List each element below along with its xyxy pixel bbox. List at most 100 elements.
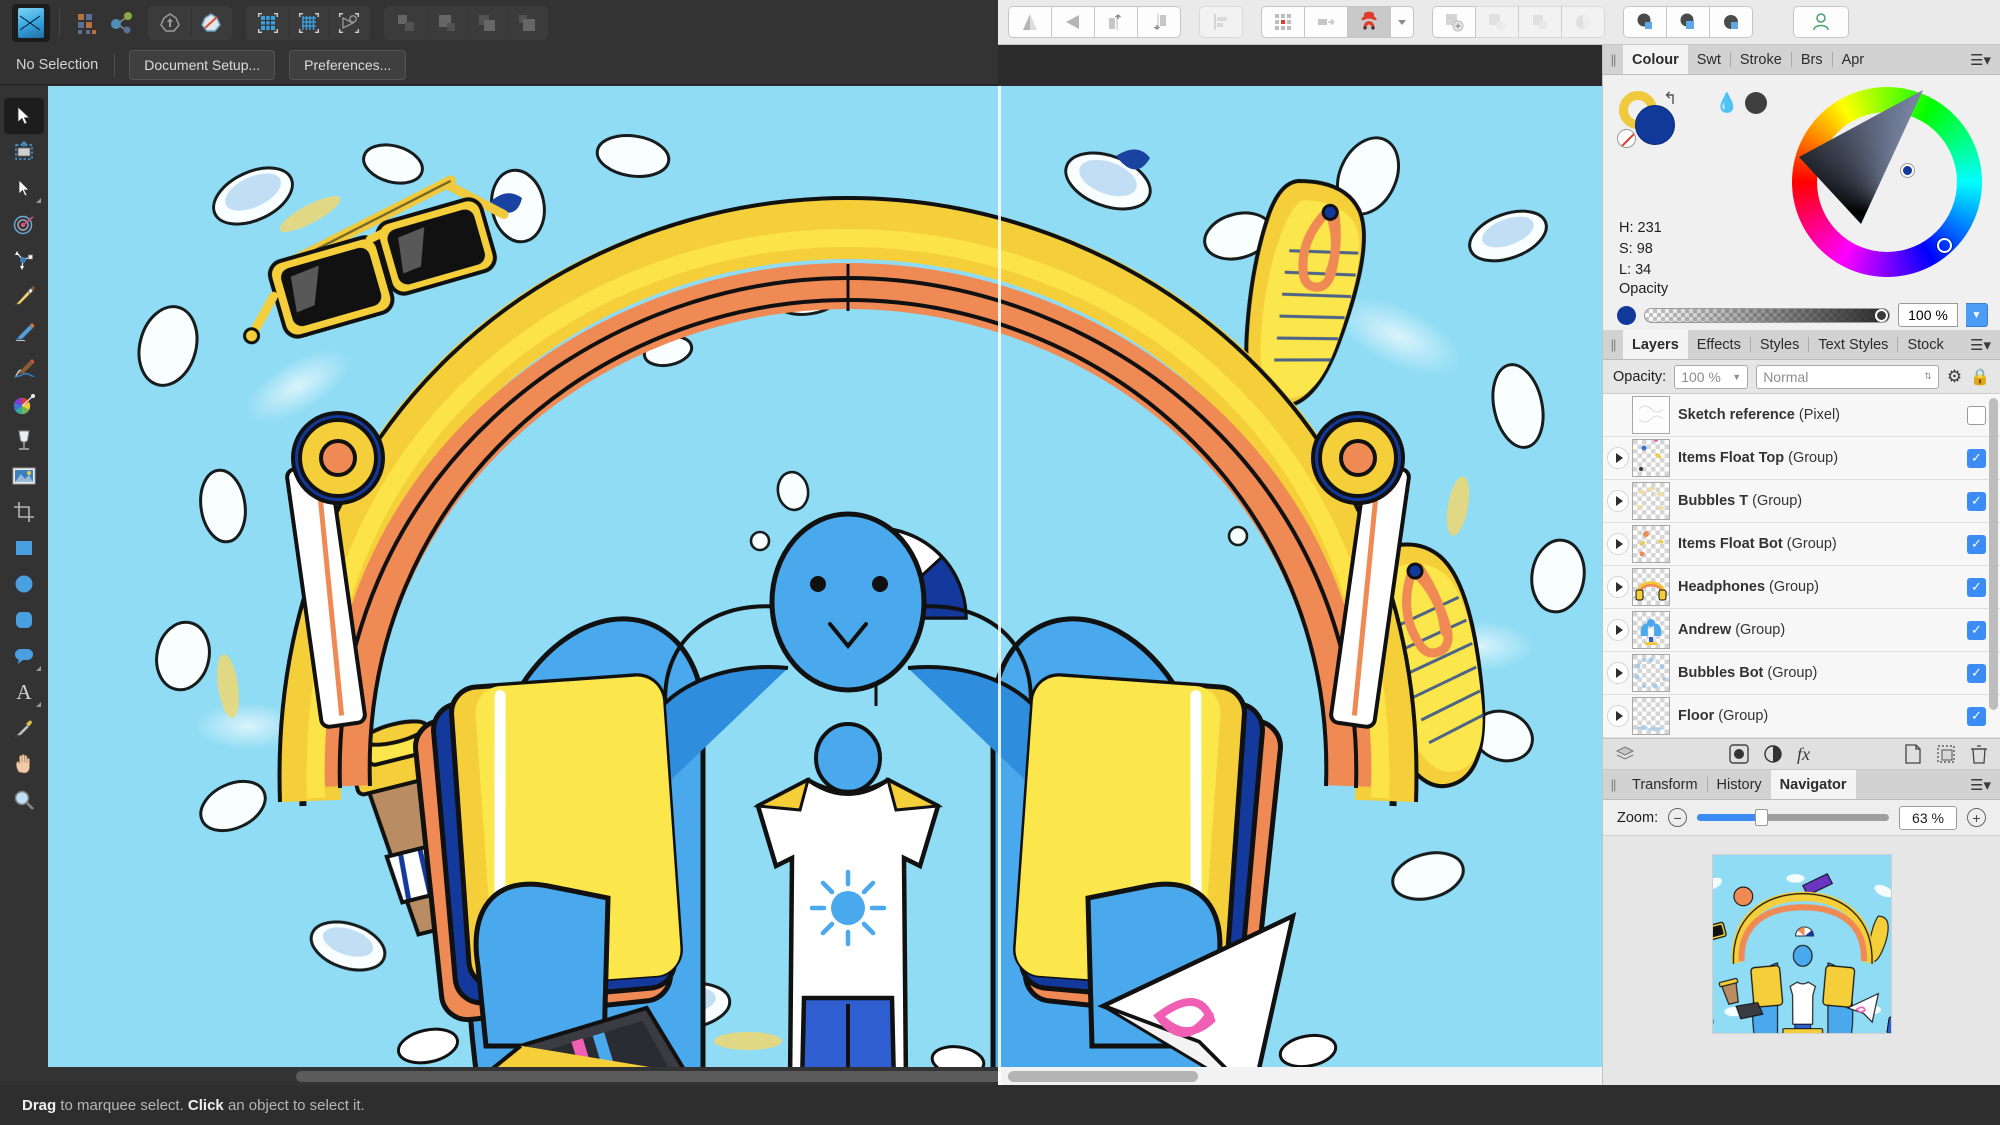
expand-chevron-right-icon[interactable] (1607, 576, 1629, 598)
panel-menu-icon[interactable]: ☰▾ (1961, 45, 2000, 74)
view-tool[interactable] (4, 746, 44, 782)
place-image-tool[interactable] (4, 458, 44, 494)
no-colour-icon[interactable] (1617, 129, 1636, 148)
tab-styles[interactable]: Styles (1751, 330, 1809, 359)
panel-menu-icon[interactable]: ☰▾ (1961, 770, 2000, 799)
navigator-preview[interactable] (1711, 854, 1892, 1034)
point-transform-tool[interactable] (4, 242, 44, 278)
corner-tool[interactable] (4, 206, 44, 242)
affinity-designer-icon[interactable] (12, 3, 50, 42)
tab-text-styles[interactable]: Text Styles (1809, 330, 1897, 359)
subtract-shape-icon[interactable] (1475, 6, 1519, 38)
artboard-tool[interactable] (4, 134, 44, 170)
colour-wheel[interactable] (1792, 87, 1982, 277)
rectangle-tool[interactable] (4, 530, 44, 566)
transparency-tool[interactable] (4, 422, 44, 458)
lock-icon[interactable]: 🔒 (1970, 367, 1990, 387)
expand-chevron-right-icon[interactable] (1607, 447, 1629, 469)
table-row[interactable]: Andrew (Group) ✓ (1603, 609, 2000, 652)
swap-fill-stroke-icon[interactable]: ↰ (1663, 89, 1677, 109)
table-row[interactable]: Bubbles Bot (Group) ✓ (1603, 652, 2000, 695)
panel-grip-icon[interactable]: || (1603, 45, 1623, 74)
arrange-forward-icon[interactable] (387, 8, 425, 38)
boolean-add-icon[interactable] (1623, 6, 1667, 38)
hue-handle[interactable] (1937, 238, 1952, 253)
tab-navigator[interactable]: Navigator (1770, 770, 1856, 799)
layer-visibility-checkbox[interactable]: ✓ (1967, 663, 1986, 683)
delete-layer-icon[interactable] (1970, 744, 1988, 764)
vector-brush-tool[interactable] (4, 350, 44, 386)
flip-horizontal-icon[interactable] (1008, 6, 1052, 38)
export-persona-icon[interactable] (106, 7, 140, 39)
table-row[interactable]: Items Float Top (Group) ✓ (1603, 437, 2000, 480)
artboard[interactable] (48, 86, 1602, 1085)
panel-grip-icon[interactable]: || (1603, 330, 1623, 359)
layer-opacity-field[interactable]: 100 % ▼ (1674, 364, 1749, 389)
transform-icon[interactable] (329, 7, 367, 38)
zoom-value-field[interactable]: 63 % (1899, 805, 1957, 830)
zoom-slider[interactable] (1697, 809, 1889, 826)
layer-blend-mode-field[interactable]: Normal ⇅ (1756, 364, 1939, 389)
table-row[interactable]: Floor (Group) ✓ (1603, 695, 2000, 738)
tab-history[interactable]: History (1708, 770, 1771, 799)
expand-chevron-right-icon[interactable] (1607, 662, 1629, 684)
eyedropper-icon[interactable]: 💧 (1715, 91, 1739, 115)
add-pixel-layer-icon[interactable] (1936, 744, 1956, 764)
tab-swatches[interactable]: Swt (1688, 45, 1730, 74)
opacity-stepper-chevron-down-icon[interactable]: ▼ (1966, 303, 1988, 327)
layers-stack-icon[interactable] (1615, 745, 1635, 763)
boolean-intersect-icon[interactable] (1709, 6, 1753, 38)
layer-visibility-checkbox[interactable]: ✓ (1967, 620, 1986, 640)
person-icon[interactable] (1793, 6, 1849, 38)
pencil-tool[interactable] (4, 314, 44, 350)
plus-circle-icon[interactable]: + (1967, 808, 1986, 827)
tab-effects[interactable]: Effects (1688, 330, 1750, 359)
recent-colour-swatch[interactable] (1744, 92, 1767, 114)
show-grid-icon[interactable] (249, 8, 287, 38)
minus-circle-icon[interactable]: − (1668, 808, 1688, 827)
flip-vertical-icon[interactable] (1051, 6, 1095, 38)
table-row[interactable]: Bubbles T (Group) ✓ (1603, 480, 2000, 523)
canvas-area[interactable] (48, 86, 1602, 1085)
align-left-icon[interactable] (1199, 6, 1243, 38)
grid-icon[interactable] (1261, 6, 1305, 38)
arrange-front-icon[interactable] (467, 7, 505, 38)
tab-brushes[interactable]: Brs (1792, 45, 1832, 74)
artistic-text-tool[interactable]: A (4, 674, 44, 710)
document-setup-button[interactable]: Document Setup... (129, 49, 276, 80)
layer-visibility-checkbox[interactable]: ✓ (1967, 448, 1986, 468)
expand-chevron-right-icon[interactable] (1607, 619, 1629, 641)
saturation-handle[interactable] (1901, 164, 1914, 177)
layer-visibility-checkbox[interactable]: ✓ (1967, 534, 1986, 554)
boolean-subtract-icon[interactable] (1666, 6, 1710, 38)
tab-transform[interactable]: Transform (1623, 770, 1707, 799)
snap-options-chevron-down-icon[interactable] (1390, 6, 1414, 38)
canvas-hscrollbar-left[interactable] (48, 1067, 1056, 1085)
no-fill-icon[interactable] (191, 7, 229, 38)
layer-list-scrollbar[interactable] (1989, 398, 1998, 710)
rotate-right-icon[interactable] (1137, 6, 1181, 38)
magnet-icon[interactable] (1347, 6, 1391, 38)
ellipse-tool[interactable] (4, 566, 44, 602)
arrange-behind-icon[interactable] (507, 7, 545, 38)
preferences-button[interactable]: Preferences... (289, 49, 407, 80)
adjustment-icon[interactable] (1729, 744, 1749, 764)
layer-visibility-checkbox[interactable]: ✓ (1967, 405, 1986, 425)
table-row[interactable]: Sketch reference (Pixel) ✓ (1603, 394, 2000, 437)
rounded-rect-tool[interactable] (4, 602, 44, 638)
snap-offset-icon[interactable] (1304, 6, 1348, 38)
rotate-left-icon[interactable] (1094, 6, 1138, 38)
tab-stroke[interactable]: Stroke (1731, 45, 1791, 74)
opacity-slider[interactable] (1644, 307, 1890, 323)
move-tool[interactable] (4, 98, 44, 134)
effects-fx-icon[interactable]: fx (1797, 744, 1810, 765)
expand-chevron-right-icon[interactable] (1607, 490, 1629, 512)
colour-triangle[interactable] (1799, 90, 1923, 224)
pen-tool[interactable] (4, 278, 44, 314)
expand-chevron-right-icon[interactable] (1607, 705, 1629, 727)
colour-picker-tool[interactable] (4, 710, 44, 746)
gear-icon[interactable]: ⚙ (1947, 367, 1962, 387)
node-tool[interactable] (4, 170, 44, 206)
tab-appearance[interactable]: Apr (1833, 45, 1874, 74)
crop-tool[interactable] (4, 494, 44, 530)
